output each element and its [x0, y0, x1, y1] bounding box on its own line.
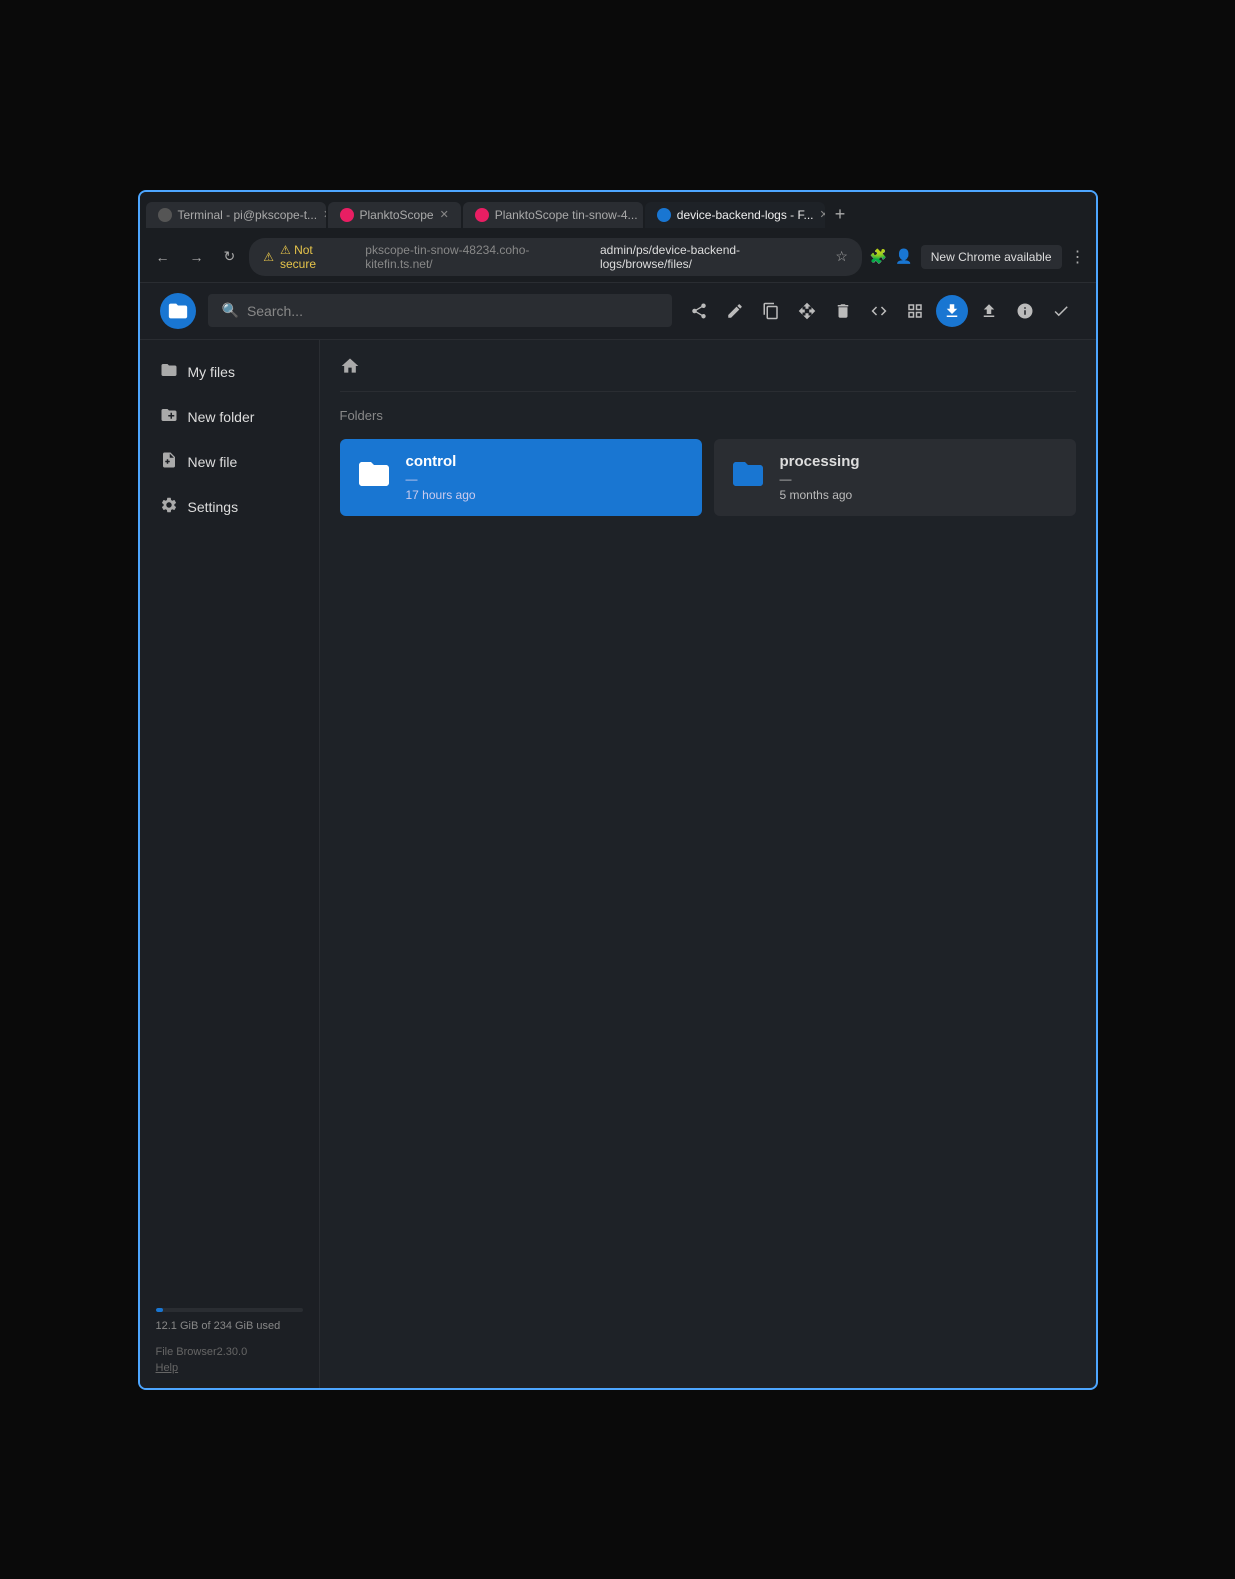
folder-icon — [160, 361, 178, 384]
folder-card-control[interactable]: control — 17 hours ago — [340, 439, 702, 516]
storage-bar-background — [156, 1308, 303, 1312]
search-placeholder: Search... — [247, 303, 303, 319]
browser-window: Terminal - pi@pkscope-t... ✕ PlanktoScop… — [138, 190, 1098, 1390]
main-layout: My files New folder New file Settings — [140, 340, 1096, 1388]
tab-terminal-favicon — [158, 208, 172, 222]
chrome-update-button[interactable]: New Chrome available — [921, 245, 1062, 269]
version-info: File Browser2.30.0 Help — [140, 1340, 319, 1378]
folders-section-label: Folders — [340, 404, 1076, 427]
sidebar-settings-label: Settings — [188, 499, 239, 515]
tab-terminal-label: Terminal - pi@pkscope-t... — [178, 208, 318, 222]
profile-icon[interactable]: 👤 — [895, 248, 912, 265]
tab-planktoscope[interactable]: PlanktoScope ✕ — [328, 202, 461, 228]
sidebar-item-new-file[interactable]: New file — [144, 441, 315, 484]
folder-processing-info: processing — 5 months ago — [780, 453, 860, 502]
check-button[interactable] — [1046, 296, 1076, 326]
tab-planktoscope-close[interactable]: ✕ — [440, 208, 449, 221]
tab-device-backend[interactable]: device-backend-logs - F... ✕ — [645, 202, 825, 228]
sidebar-new-file-label: New file — [188, 454, 238, 470]
folder-control-date: 17 hours ago — [406, 488, 476, 502]
security-warning-icon: ⚠ — [263, 250, 274, 264]
tab-planktoscope-label: PlanktoScope — [360, 208, 434, 222]
folder-card-processing[interactable]: processing — 5 months ago — [714, 439, 1076, 516]
tab-device-backend-favicon — [657, 208, 671, 222]
upload-button[interactable] — [974, 296, 1004, 326]
new-tab-button[interactable]: + — [827, 200, 854, 229]
share-button[interactable] — [684, 296, 714, 326]
search-box[interactable]: 🔍 Search... — [208, 294, 672, 327]
toolbar-icons — [684, 295, 1076, 327]
sidebar-my-files-label: My files — [188, 364, 235, 380]
tab-terminal[interactable]: Terminal - pi@pkscope-t... ✕ — [146, 202, 326, 228]
version-text: File Browser2.30.0 — [156, 1344, 303, 1362]
folders-grid: control — 17 hours ago processing — 5 mo… — [340, 439, 1076, 516]
new-folder-icon — [160, 406, 178, 429]
tab-planktoscope2[interactable]: PlanktoScope tin-snow-4... ✕ — [463, 202, 643, 228]
edit-button[interactable] — [720, 296, 750, 326]
settings-icon — [160, 496, 178, 519]
tab-terminal-close[interactable]: ✕ — [323, 208, 325, 221]
copy-button[interactable] — [756, 296, 786, 326]
sidebar-item-settings[interactable]: Settings — [144, 486, 315, 529]
code-button[interactable] — [864, 296, 894, 326]
folder-control-info: control — 17 hours ago — [406, 453, 476, 502]
bookmark-icon[interactable]: ☆ — [835, 248, 848, 265]
folder-control-icon — [356, 456, 392, 499]
delete-button[interactable] — [828, 296, 858, 326]
folder-control-dash: — — [406, 472, 476, 486]
move-button[interactable] — [792, 296, 822, 326]
tab-bar: Terminal - pi@pkscope-t... ✕ PlanktoScop… — [140, 192, 1096, 232]
home-button[interactable] — [340, 356, 360, 381]
sidebar-new-folder-label: New folder — [188, 409, 255, 425]
folder-processing-date: 5 months ago — [780, 488, 860, 502]
search-icon: 🔍 — [222, 302, 239, 319]
tab-device-backend-close[interactable]: ✕ — [820, 208, 825, 221]
tab-planktoscope-favicon — [340, 208, 354, 222]
app-logo — [160, 293, 196, 329]
reload-button[interactable]: ↻ — [218, 244, 242, 269]
tab-device-backend-label: device-backend-logs - F... — [677, 208, 814, 222]
storage-bar-fill — [156, 1308, 164, 1312]
extensions-icon[interactable]: 🧩 — [870, 248, 887, 265]
download-button[interactable] — [936, 295, 968, 327]
address-url-path: admin/ps/device-backend-logs/browse/file… — [600, 243, 829, 271]
help-link[interactable]: Help — [156, 1362, 303, 1374]
back-button[interactable]: ← — [150, 245, 176, 269]
address-bar: ← → ↻ ⚠ ⚠ Not secure pkscope-tin-snow-48… — [140, 232, 1096, 283]
app-header: 🔍 Search... — [140, 283, 1096, 340]
forward-button[interactable]: → — [184, 245, 210, 269]
address-input[interactable]: ⚠ ⚠ Not secure pkscope-tin-snow-48234.co… — [249, 238, 862, 276]
address-icons: ☆ — [835, 248, 848, 265]
sidebar: My files New folder New file Settings — [140, 340, 320, 1388]
tab-planktoscope2-favicon — [475, 208, 489, 222]
info-button[interactable] — [1010, 296, 1040, 326]
grid-button[interactable] — [900, 296, 930, 326]
file-area: Folders control — 17 hours ago — [320, 340, 1096, 1388]
tab-planktoscope2-label: PlanktoScope tin-snow-4... — [495, 208, 638, 222]
sidebar-item-my-files[interactable]: My files — [144, 351, 315, 394]
address-url-prefix: pkscope-tin-snow-48234.coho-kitefin.ts.n… — [365, 243, 594, 271]
folder-processing-icon — [730, 456, 766, 499]
browser-menu-button[interactable]: ⋮ — [1070, 247, 1086, 267]
not-secure-label: ⚠ Not secure — [280, 243, 351, 271]
storage-usage-text: 12.1 GiB of 234 GiB used — [140, 1316, 319, 1340]
folder-control-name: control — [406, 453, 476, 470]
folder-processing-name: processing — [780, 453, 860, 470]
sidebar-item-new-folder[interactable]: New folder — [144, 396, 315, 439]
folder-processing-dash: — — [780, 472, 860, 486]
breadcrumb-bar — [340, 356, 1076, 392]
storage-bar-container — [140, 1298, 319, 1316]
new-file-icon — [160, 451, 178, 474]
